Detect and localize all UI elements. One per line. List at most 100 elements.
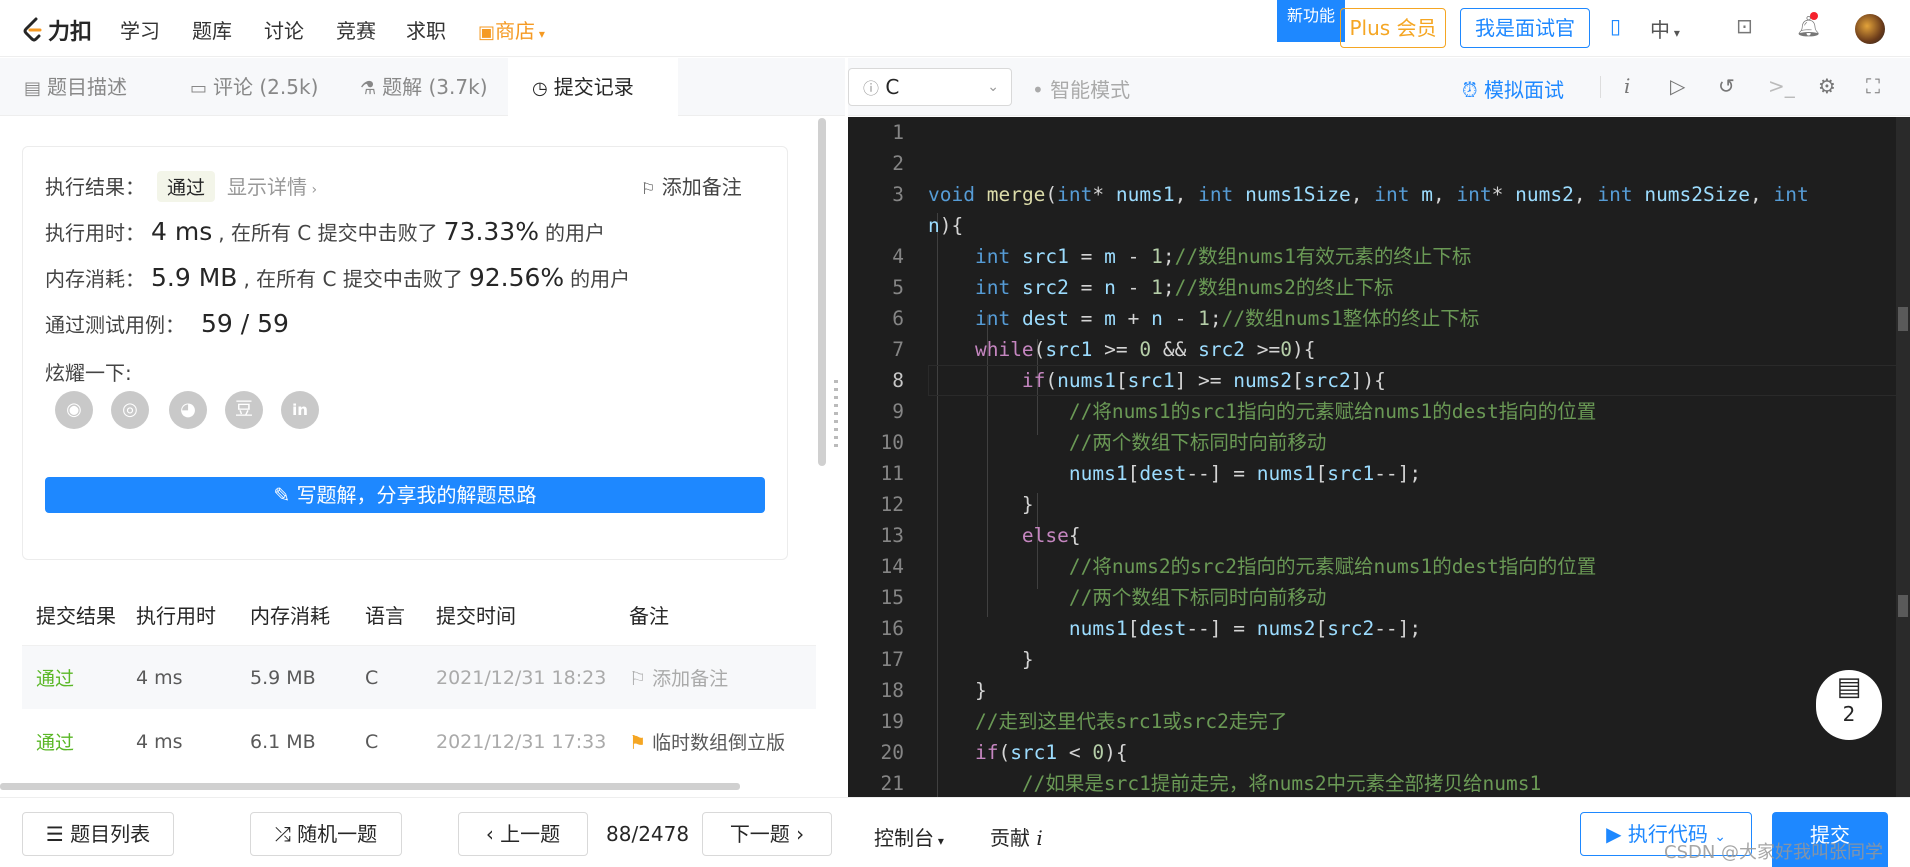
notification-bell-icon[interactable]: 🔔︎ (1796, 12, 1821, 38)
column-header: 备注 (629, 604, 669, 628)
tab-label: 提交记录 (553, 75, 634, 99)
smart-mode-toggle[interactable]: • 智能模式 (1032, 74, 1130, 103)
language-toggle[interactable]: 中 ▾ (1650, 14, 1680, 43)
code-line: 10 //两个数组下标同时向前移动 (848, 427, 1898, 458)
qq-icon[interactable]: ◕ (169, 391, 207, 429)
terminal-icon[interactable]: >_ (1768, 74, 1795, 98)
column-header: 语言 (365, 604, 405, 628)
panel-resize-handle[interactable] (834, 380, 838, 450)
douban-icon[interactable]: 豆 (225, 391, 263, 429)
table-row[interactable]: 通过 4 ms 6.1 MB C 2021/12/31 17:33 ⚑ 临时数组… (22, 710, 816, 774)
add-note-button[interactable]: ⚐ 添加备注 (641, 171, 742, 200)
nav-item-contest[interactable]: 竞赛 (336, 15, 376, 44)
contribute-button[interactable]: 贡献 i (990, 822, 1043, 851)
chevron-down-icon: ⌄ (987, 79, 999, 95)
top-navbar: 力扣 学习 题库 讨论 竞赛 求职 ▣商店 ▾ 新功能 Plus 会员 我是面试… (0, 0, 1910, 57)
line-number: 2 (892, 152, 904, 175)
tab-submissions[interactable]: ◷ 提交记录 (508, 58, 678, 116)
tab-solutions[interactable]: ⚗ 题解 (3.7k) (336, 58, 512, 116)
settings-icon[interactable]: ⚙ (1818, 74, 1836, 98)
leetcode-logo[interactable]: 力扣 (22, 14, 92, 46)
runtime-beats-text: , 在所有 C 提交中击败了 (218, 221, 438, 245)
linkedin-icon[interactable]: in (281, 391, 319, 429)
smart-mode-label: 智能模式 (1050, 78, 1131, 102)
left-panel-vertical-scrollbar[interactable] (818, 118, 826, 466)
code-editor[interactable]: 1 2 3 void merge(int* nums1, int nums1Siz… (848, 117, 1910, 797)
left-panel-horizontal-scrollbar[interactable] (0, 783, 740, 790)
random-label: 随机一题 (297, 822, 378, 846)
language-select[interactable]: ⓘ C ⌄ (848, 68, 1012, 106)
code-text: if(nums1[src1] >= nums2[src2]){ (1021, 369, 1386, 392)
weibo-icon[interactable]: ◎ (111, 391, 149, 429)
caret-down-icon: ▾ (535, 27, 545, 41)
row-note: 添加备注 (652, 668, 729, 690)
row-runtime: 4 ms (136, 730, 183, 753)
solutions-floating-button[interactable]: ▤ 2 (1816, 670, 1882, 740)
problem-list-label: 题目列表 (70, 822, 151, 846)
line-number: 5 (892, 276, 904, 299)
line-number: 3 (892, 183, 904, 206)
nav-item-study[interactable]: 学习 (120, 15, 160, 44)
console-toggle[interactable]: 控制台 ▾ (874, 822, 944, 851)
memory-percentile: 92.56% (468, 263, 565, 292)
info-italic-icon[interactable]: i (1624, 74, 1630, 98)
fullscreen-icon[interactable]: ⛶ (1866, 74, 1880, 98)
problem-list-button[interactable]: ☰ 题目列表 (22, 812, 174, 856)
runtime-percentile: 73.33% (443, 217, 539, 246)
runtime-label: 执行用时： (45, 221, 145, 245)
line-number: 10 (880, 431, 904, 454)
new-feature-badge[interactable]: 新功能 (1277, 0, 1345, 42)
leetcode-logo-icon (23, 17, 42, 42)
code-text: //将nums2的src2指向的元素赋给nums1的dest指向的位置 (1068, 555, 1597, 578)
tab-comments[interactable]: ▭ 评论 (2.5k) (166, 58, 342, 116)
memory-beats-text: , 在所有 C 提交中击败了 (243, 267, 463, 291)
flag-filled-icon: ⚑ (629, 732, 647, 754)
solution-icon: ⚗ (360, 78, 377, 99)
wechat-icon[interactable]: ◉ (55, 391, 93, 429)
line-number: 20 (880, 741, 904, 764)
editor-scrollbar[interactable] (1896, 117, 1910, 797)
play-icon[interactable]: ▷ (1670, 74, 1685, 98)
row-status[interactable]: 通过 (22, 664, 136, 691)
info-italic-icon: i (1036, 826, 1043, 850)
line-number: 21 (880, 772, 904, 795)
memory-value: 5.9 MB (151, 263, 238, 292)
nav-item-jobs[interactable]: 求职 (406, 15, 446, 44)
mock-interview-button[interactable]: ⏰︎ 模拟面试 (1462, 74, 1564, 103)
previous-problem-button[interactable]: ‹ 上一题 (458, 812, 588, 856)
interviewer-button[interactable]: 我是面试官 (1460, 8, 1590, 48)
row-status[interactable]: 通过 (22, 728, 136, 755)
random-problem-button[interactable]: ⤮ 随机一题 (250, 812, 402, 856)
mobile-icon[interactable]: ▯ (1610, 14, 1621, 38)
pencil-icon: ✎ (273, 483, 291, 507)
reset-icon[interactable]: ↺ (1718, 74, 1735, 98)
nav-item-shop[interactable]: ▣商店 ▾ (478, 15, 545, 44)
playground-icon[interactable]: ⊡ (1736, 14, 1753, 38)
table-row[interactable]: 通过 4 ms 5.9 MB C 2021/12/31 18:23 ⚐ 添加备注 (22, 646, 816, 710)
code-line: 7 while(src1 >= 0 && src2 >=0){ (848, 334, 1898, 365)
user-avatar[interactable] (1855, 14, 1885, 44)
result-row: 执行结果： 通过 显示详情 › (45, 171, 317, 202)
plus-membership-button[interactable]: Plus 会员 (1340, 8, 1446, 48)
chevron-right-icon: › (796, 822, 805, 846)
comment-icon: ▭ (190, 78, 208, 99)
line-number: 1 (892, 121, 904, 144)
scrollbar-marker (1898, 595, 1908, 617)
next-problem-button[interactable]: 下一题 › (702, 812, 832, 856)
code-line: 18 } (848, 675, 1898, 706)
row-add-note[interactable]: ⚐ 添加备注 (629, 664, 816, 691)
play-icon: ▶ (1606, 822, 1622, 846)
toolbar-divider (1600, 76, 1601, 98)
list-icon: ☰ (45, 822, 64, 846)
tab-description[interactable]: ▤ 题目描述 (0, 58, 151, 116)
nav-item-discuss[interactable]: 讨论 (264, 15, 304, 44)
code-text: int src2 = n - 1;//数组nums2的终止下标 (974, 276, 1394, 299)
row-submitted-at: 2021/12/31 18:23 (436, 666, 607, 689)
line-number: 13 (880, 524, 904, 547)
status-badge: 通过 (157, 171, 216, 202)
nav-item-problems[interactable]: 题库 (192, 15, 232, 44)
show-details-link[interactable]: 显示详情 › (227, 171, 317, 200)
row-note-cell[interactable]: ⚑ 临时数组倒立版 (629, 728, 816, 755)
code-text: //两个数组下标同时向前移动 (1068, 431, 1327, 454)
write-solution-button[interactable]: ✎ 写题解，分享我的解题思路 (45, 477, 765, 513)
